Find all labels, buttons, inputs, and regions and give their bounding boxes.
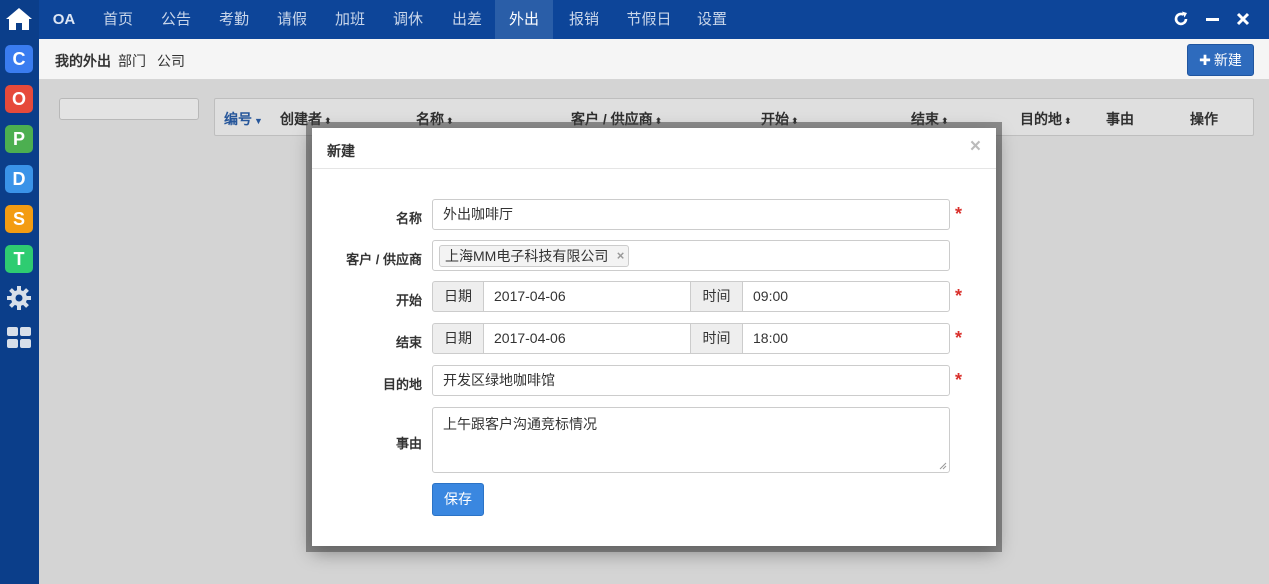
end-date-input[interactable]: 2017-04-06 bbox=[483, 323, 691, 354]
client-tag: 上海MM电子科技有限公司 × bbox=[439, 245, 630, 267]
save-button[interactable]: 保存 bbox=[432, 483, 484, 516]
start-date-input[interactable]: 2017-04-06 bbox=[483, 281, 691, 312]
nav-item-holidays[interactable]: 节假日 bbox=[617, 0, 681, 39]
nav-item-compensatory[interactable]: 调休 bbox=[381, 0, 435, 39]
name-label: 名称 bbox=[395, 211, 422, 226]
minimize-icon[interactable] bbox=[1204, 10, 1222, 28]
resize-handle-icon[interactable] bbox=[939, 462, 947, 470]
start-label: 开始 bbox=[395, 293, 422, 308]
dialog-header: 新建 × bbox=[312, 128, 996, 169]
destination-input[interactable]: 开发区绿地咖啡馆 bbox=[432, 365, 950, 396]
required-mark: * bbox=[955, 328, 963, 348]
nav-item-home[interactable]: 首页 bbox=[91, 0, 145, 39]
close-icon[interactable] bbox=[1234, 10, 1252, 28]
end-time-addon: 时间 bbox=[690, 323, 743, 354]
tag-remove-icon[interactable]: × bbox=[617, 246, 625, 266]
tab-company[interactable]: 公司 bbox=[157, 51, 185, 71]
s-app-icon[interactable]: S bbox=[5, 205, 33, 233]
home-icon[interactable] bbox=[5, 6, 33, 32]
dialog-title: 新建 bbox=[327, 143, 355, 159]
plus-icon: ✚ bbox=[1199, 52, 1211, 68]
app-rail: C O P D S T bbox=[0, 0, 39, 584]
nav-brand[interactable]: OA bbox=[45, 0, 83, 39]
name-input[interactable]: 外出咖啡厅 bbox=[432, 199, 950, 230]
client-select[interactable]: 上海MM电子科技有限公司 × bbox=[432, 240, 950, 271]
c-app-icon[interactable]: C bbox=[5, 45, 33, 73]
client-label: 客户 / 供应商 bbox=[346, 252, 422, 267]
nav-item-reimbursement[interactable]: 报销 bbox=[557, 0, 611, 39]
dialog-close-icon[interactable]: × bbox=[970, 136, 981, 158]
p-app-icon[interactable]: P bbox=[5, 125, 33, 153]
nav-item-settings[interactable]: 设置 bbox=[685, 0, 739, 39]
reason-text: 上午跟客户沟通竞标情况 bbox=[443, 416, 597, 432]
start-time-addon: 时间 bbox=[690, 281, 743, 312]
refresh-icon[interactable] bbox=[1172, 10, 1190, 28]
nav-item-notice[interactable]: 公告 bbox=[149, 0, 203, 39]
o-app-icon[interactable]: O bbox=[5, 85, 33, 113]
start-date-addon: 日期 bbox=[432, 281, 484, 312]
required-mark: * bbox=[955, 204, 963, 224]
new-button[interactable]: ✚ 新建 bbox=[1187, 44, 1254, 76]
tab-department[interactable]: 部门 bbox=[118, 51, 146, 71]
new-outing-dialog: 新建 × 名称 外出咖啡厅 * 客户 / 供应商 上海MM电子科技有限公司 × … bbox=[312, 128, 996, 546]
nav-item-business-trip[interactable]: 出差 bbox=[439, 0, 495, 39]
nav-item-outing[interactable]: 外出 bbox=[495, 0, 553, 39]
tab-my-outings[interactable]: 我的外出 bbox=[55, 51, 111, 71]
nav-item-leave[interactable]: 请假 bbox=[265, 0, 319, 39]
new-button-label: 新建 bbox=[1213, 52, 1242, 68]
d-app-icon[interactable]: D bbox=[5, 165, 33, 193]
required-mark: * bbox=[955, 286, 963, 306]
top-nav: OA 首页 公告 考勤 请假 加班 调休 出差 外出 报销 节假日 设置 bbox=[39, 0, 1269, 39]
nav-item-overtime[interactable]: 加班 bbox=[323, 0, 377, 39]
reason-textarea[interactable]: 上午跟客户沟通竞标情况 bbox=[432, 407, 950, 473]
end-date-addon: 日期 bbox=[432, 323, 484, 354]
nav-item-attendance[interactable]: 考勤 bbox=[207, 0, 261, 39]
destination-label: 目的地 bbox=[382, 377, 422, 392]
reason-label: 事由 bbox=[395, 436, 422, 451]
t-app-icon[interactable]: T bbox=[5, 245, 33, 273]
gear-icon[interactable] bbox=[6, 285, 32, 311]
sub-bar: 我的外出 部门 公司 bbox=[39, 39, 1269, 80]
start-time-input[interactable]: 09:00 bbox=[742, 281, 950, 312]
grid-icon[interactable] bbox=[6, 325, 32, 351]
end-time-input[interactable]: 18:00 bbox=[742, 323, 950, 354]
required-mark: * bbox=[955, 370, 963, 390]
end-label: 结束 bbox=[395, 335, 422, 350]
